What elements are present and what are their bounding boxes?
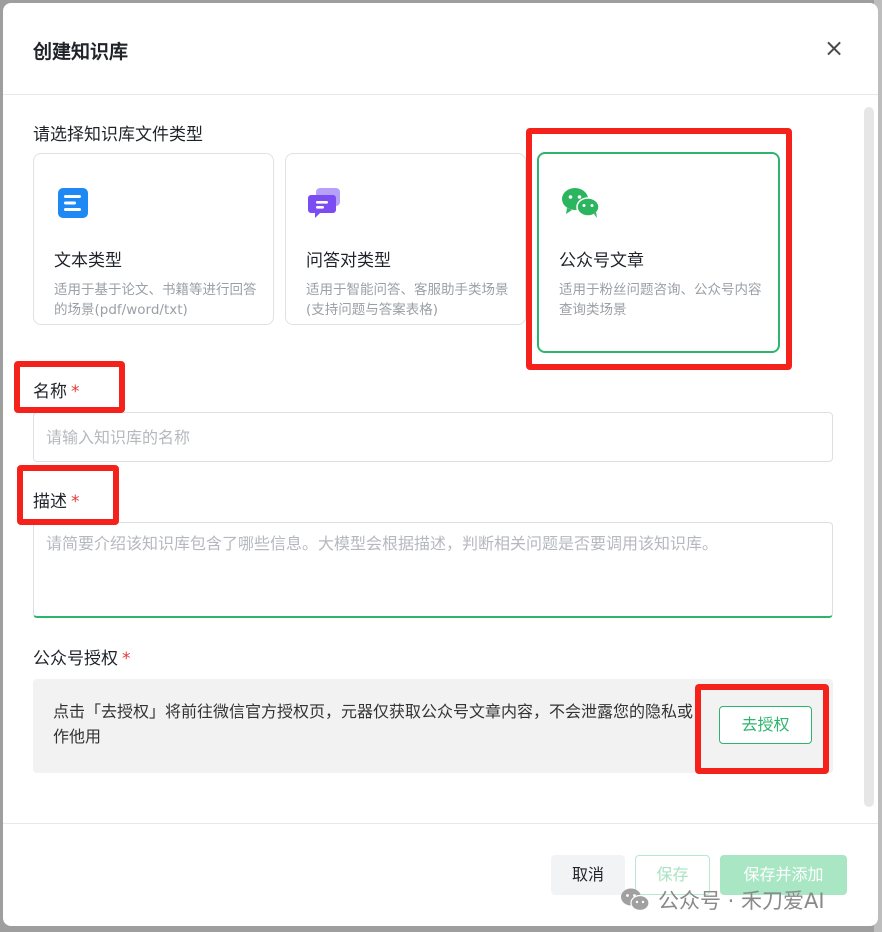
document-icon [58,188,88,218]
dialog-header: 创建知识库 × [3,3,878,95]
card-text-type[interactable]: 文本类型 适用于基于论文、书籍等进行回答的场景(pdf/word/txt) [33,153,274,325]
card-desc: 适用于智能问答、客服助手类场景(支持问题与答案表格) [306,282,509,318]
cancel-button[interactable]: 取消 [551,855,625,895]
auth-label: 公众号授权 * [33,644,131,669]
desc-label-text: 描述 [33,492,67,512]
auth-box: 点击「去授权」将前往微信官方授权页，元器仅获取公众号文章内容，不会泄露您的隐私或… [33,679,833,773]
scrollbar-thumb[interactable] [864,107,874,807]
authorize-button[interactable]: 去授权 [719,706,812,744]
watermark: 公众号 · 禾刀爱AI [620,883,825,917]
description-textarea[interactable] [33,522,833,618]
auth-label-text: 公众号授权 [33,649,118,669]
required-mark: * [122,649,131,669]
chat-bubbles-icon [308,188,340,218]
auth-description: 点击「去授权」将前往微信官方授权页，元器仅获取公众号文章内容，不会泄露您的隐私或… [53,702,694,746]
required-mark: * [71,382,80,402]
card-desc: 适用于粉丝问题咨询、公众号内容查询类场景 [559,282,762,318]
card-title: 文本类型 [54,251,122,271]
card-qa-type[interactable]: 问答对类型 适用于智能问答、客服助手类场景(支持问题与答案表格) [285,153,526,325]
card-desc: 适用于基于论文、书籍等进行回答的场景(pdf/word/txt) [54,282,257,318]
required-mark: * [71,492,80,512]
watermark-text: 公众号 · 禾刀爱AI [658,889,825,913]
card-wechat-article[interactable]: 公众号文章 适用于粉丝问题咨询、公众号内容查询类场景 [537,152,780,353]
file-type-label: 请选择知识库文件类型 [33,125,203,145]
name-label: 名称 * [33,377,80,402]
card-title: 问答对类型 [306,251,391,271]
create-knowledge-base-dialog: 创建知识库 × 请选择知识库文件类型 文本类型 适用于基于论文、书籍等进行回答的… [3,3,878,926]
wechat-icon [562,188,600,218]
scrollbar[interactable] [864,99,874,819]
dialog-title: 创建知识库 [33,41,129,63]
desc-label: 描述 * [33,487,80,512]
card-title: 公众号文章 [559,251,644,271]
wechat-watermark-icon [621,888,650,912]
close-icon[interactable]: × [822,36,846,61]
name-label-text: 名称 [33,382,67,402]
name-input[interactable] [33,412,833,462]
